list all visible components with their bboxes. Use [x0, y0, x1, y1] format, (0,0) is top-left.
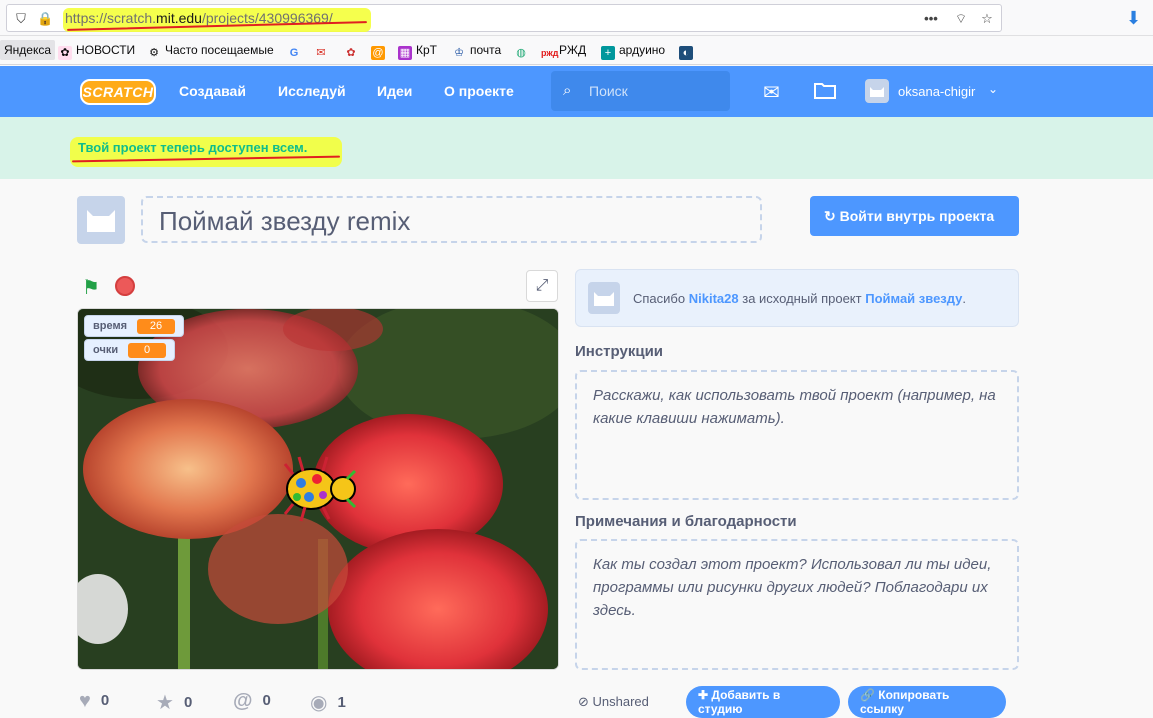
share-status: ⊘ Unshared: [578, 694, 649, 709]
original-project-link[interactable]: Поймай звезду: [865, 291, 962, 306]
username[interactable]: oksana-chigir: [898, 84, 975, 99]
heart-icon: ♥: [79, 690, 91, 712]
search-icon: ⌕: [563, 82, 572, 99]
credit-text: Спасибо Nikita28 за исходный проект Пойм…: [633, 291, 967, 306]
bookmark-globe[interactable]: ◍: [514, 43, 532, 60]
variable-monitor-time: время 26: [84, 315, 185, 337]
arduino-icon: +: [601, 46, 615, 60]
see-inside-button[interactable]: ↻ Войти внутрь проекта: [810, 196, 1019, 236]
notes-title: Примечания и благодарности: [575, 513, 797, 530]
link-icon: 🔗: [860, 688, 879, 702]
fullscreen-icon[interactable]: ⤢: [526, 270, 558, 302]
rzd-icon: ржд: [541, 48, 559, 58]
bookmark-flower[interactable]: ✿: [344, 43, 362, 60]
project-title-field[interactable]: Поймай звезду remix: [141, 196, 762, 243]
bookmark-rzd[interactable]: рждРЖД: [541, 43, 586, 60]
flower-icon: ✿: [346, 47, 356, 59]
globe-icon: ◍: [516, 47, 526, 59]
gear-icon: ⚙: [149, 47, 159, 59]
monitor-value: 26: [137, 319, 176, 334]
variable-monitor-score: очки 0: [84, 339, 176, 361]
circle-icon: ◐: [679, 46, 693, 60]
browser-toolbar: ⛉ 🔒 https://scratch.mit.edu/projects/430…: [0, 0, 1153, 36]
instructions-title: Инструкции: [575, 343, 664, 360]
chevron-down-icon[interactable]: ⌄: [988, 82, 998, 96]
view-count: ◉ 1: [310, 692, 346, 714]
more-icon[interactable]: •••: [923, 11, 939, 27]
at-icon: @: [371, 46, 385, 60]
nav-explore[interactable]: Исследуй: [278, 83, 346, 99]
bookmark-most-visited[interactable]: ⚙ Часто посещаемые: [147, 43, 274, 60]
bookmark-news[interactable]: ✿ НОВОСТИ: [58, 43, 135, 60]
bookmark-yandex[interactable]: Яндекса: [0, 40, 56, 60]
download-icon[interactable]: ⬇: [1126, 8, 1141, 29]
krt-icon: ▦: [398, 46, 412, 60]
eye-icon: ◉: [310, 692, 328, 714]
bookmark-post[interactable]: ♔ почта: [452, 43, 501, 60]
avatar[interactable]: [865, 79, 889, 103]
google-icon: G: [289, 47, 299, 59]
stop-icon[interactable]: [115, 276, 135, 296]
messages-icon[interactable]: ✉: [763, 80, 780, 105]
bookmark-extra[interactable]: ◐: [679, 43, 697, 60]
bookmarks-bar: Яндекса ✿ НОВОСТИ ⚙ Часто посещаемые G ✉ ✿…: [0, 37, 1153, 65]
search-input[interactable]: [589, 81, 719, 101]
unshared-icon: ⊘: [578, 694, 593, 709]
project-author-avatar[interactable]: [77, 196, 125, 244]
mail-icon: ✉: [316, 47, 326, 59]
scratch-navbar: SCRATCH Создавай Исследуй Идеи О проекте…: [0, 66, 1153, 117]
plus-icon: ✚: [698, 688, 712, 702]
project-stage[interactable]: время 26 очки 0: [77, 308, 559, 670]
notes-field[interactable]: Как ты создал этот проект? Использовал л…: [575, 539, 1019, 670]
remix-spiral-icon: @: [233, 690, 253, 712]
monitor-value: 0: [128, 343, 167, 358]
scratch-logo[interactable]: SCRATCH: [80, 79, 156, 105]
bookmark-star-icon[interactable]: ☆: [979, 11, 995, 27]
green-flag-icon[interactable]: ⚑: [82, 275, 100, 300]
news-icon: ✿: [58, 46, 72, 60]
search-box: ⌕: [551, 71, 730, 111]
copy-link-button[interactable]: 🔗 Копировать ссылку: [848, 686, 1006, 718]
shield-icon[interactable]: ⛉: [13, 11, 29, 27]
bookmark-gmail[interactable]: ✉: [314, 43, 332, 60]
add-to-studio-button[interactable]: ✚ Добавить в студию: [686, 686, 840, 718]
nav-create[interactable]: Создавай: [179, 83, 246, 99]
monitor-label: очки: [93, 344, 119, 356]
remix-icon: ↻: [824, 207, 840, 224]
favorite-count[interactable]: ★ 0: [156, 690, 192, 715]
bookmark-arduino[interactable]: + ардуино: [601, 43, 665, 60]
pocket-icon[interactable]: ⌔: [953, 11, 969, 27]
remix-credit: Спасибо Nikita28 за исходный проект Пойм…: [575, 269, 1019, 327]
star-icon: ★: [156, 692, 174, 714]
lock-icon[interactable]: 🔒: [37, 11, 53, 27]
bookmark-krt[interactable]: ▦ КрТ: [398, 43, 437, 60]
original-author-avatar[interactable]: [588, 282, 620, 314]
eagle-icon: ♔: [454, 47, 464, 59]
instructions-field[interactable]: Расскажи, как использовать твой проект (…: [575, 370, 1019, 500]
nav-about[interactable]: О проекте: [444, 83, 514, 99]
author-link[interactable]: Nikita28: [689, 291, 739, 306]
stage-backdrop: [78, 309, 558, 669]
address-bar[interactable]: ⛉ 🔒 https://scratch.mit.edu/projects/430…: [6, 4, 1002, 32]
banner-message: Твой проект теперь доступен всем.: [78, 140, 308, 155]
my-stuff-folder-icon[interactable]: [813, 80, 837, 100]
bookmark-google[interactable]: G: [287, 43, 305, 60]
bookmark-mailru[interactable]: @: [371, 43, 389, 60]
monitor-label: время: [93, 320, 128, 332]
nav-ideas[interactable]: Идеи: [377, 83, 412, 99]
